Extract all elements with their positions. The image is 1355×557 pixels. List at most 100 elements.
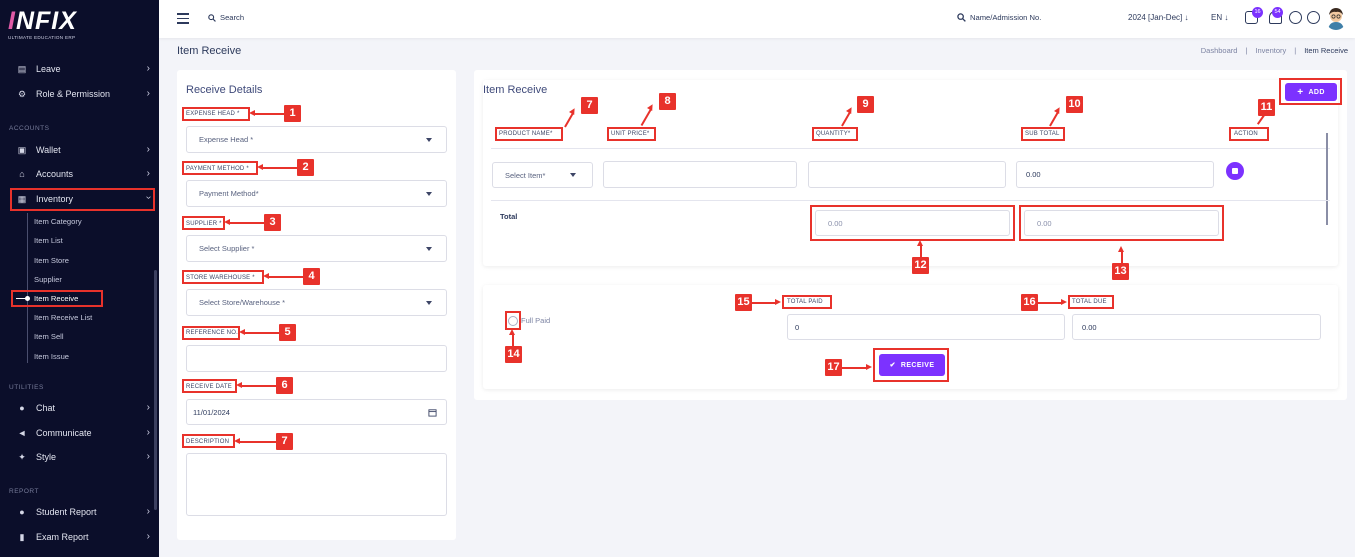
annotation-box-action	[1229, 127, 1269, 141]
student-search[interactable]: Name/Admission No.	[957, 13, 1041, 22]
annotation-number-10: 10	[1066, 96, 1083, 113]
sidebar-item-communicate[interactable]: ◄ Communicate ›	[0, 422, 159, 444]
full-paid-label: Full Paid	[521, 316, 551, 325]
globe-icon[interactable]	[1289, 11, 1302, 24]
settings-icon[interactable]	[1307, 11, 1320, 24]
page-title: Item Receive	[177, 45, 242, 57]
language-selector[interactable]: EN ↓	[1211, 13, 1228, 22]
caret-down-icon	[426, 246, 432, 251]
chevron-right-icon: ›	[146, 88, 150, 99]
annotation-number-7: 7	[276, 433, 293, 450]
wallet-icon: ▣	[17, 145, 27, 155]
supplier-select[interactable]: Select Supplier *	[186, 235, 447, 262]
calendar-icon[interactable]	[428, 408, 437, 417]
caret-down-icon	[426, 137, 432, 142]
sidebar-subitem-item-list[interactable]: Item List	[34, 236, 63, 245]
annotation-box-2	[182, 161, 258, 175]
logo-tagline: ULTIMATE EDUCATION ERP	[8, 35, 76, 40]
table-scrollbar[interactable]	[1326, 133, 1328, 225]
annotation-arrow-1	[249, 110, 284, 116]
expense-head-select[interactable]: Expense Head *	[186, 126, 447, 153]
sidebar-subitem-item-store[interactable]: Item Store	[34, 256, 69, 265]
sidebar-subitem-item-receive-list[interactable]: Item Receive List	[34, 313, 92, 322]
annotation-number-5: 5	[279, 324, 296, 341]
annotation-number-1: 1	[284, 105, 301, 122]
section-title-report: REPORT	[9, 488, 39, 495]
annotation-number-16: 16	[1021, 294, 1038, 311]
reference-no-input[interactable]	[186, 345, 447, 372]
app-logo[interactable]: INFIX ULTIMATE EDUCATION ERP	[8, 8, 148, 48]
bank-icon: ⌂	[19, 169, 25, 179]
book-icon: ▮	[19, 532, 25, 542]
sidebar-subitem-item-sell[interactable]: Item Sell	[34, 332, 64, 341]
chat-icon: ●	[19, 403, 25, 413]
annotation-arrow-6	[236, 382, 276, 388]
annotation-box-product	[495, 127, 563, 141]
section-title-accounts: ACCOUNTS	[9, 125, 50, 132]
breadcrumb-current: Item Receive	[1304, 46, 1348, 55]
annotation-number-7b: 7	[581, 97, 598, 114]
breadcrumb-dashboard[interactable]: Dashboard	[1201, 46, 1238, 55]
global-search[interactable]: Search	[208, 13, 244, 22]
menu-toggle-icon[interactable]	[177, 13, 189, 24]
quantity-input[interactable]	[808, 161, 1006, 188]
sidebar: INFIX ULTIMATE EDUCATION ERP ▤ Leave › ⚙ Ro…	[0, 0, 159, 557]
total-paid-input[interactable]: 0	[787, 314, 1065, 340]
breadcrumb-inventory[interactable]: Inventory	[1255, 46, 1286, 55]
chevron-right-icon: ›	[146, 63, 150, 74]
annotation-number-8: 8	[659, 93, 676, 110]
academic-year-selector[interactable]: 2024 [Jan-Dec] ↓	[1128, 13, 1189, 22]
delete-row-button[interactable]	[1226, 162, 1244, 180]
annotation-number-9: 9	[857, 96, 874, 113]
submenu-line	[27, 213, 28, 363]
sidebar-item-exam-report[interactable]: ▮ Exam Report ›	[0, 526, 159, 548]
annotation-number-2: 2	[297, 159, 314, 176]
annotation-arrow-17	[842, 364, 872, 370]
sidebar-item-student-report[interactable]: ● Student Report ›	[0, 501, 159, 523]
sidebar-item-style[interactable]: ✦ Style ›	[0, 446, 159, 468]
table-row-divider	[491, 200, 1330, 201]
sidebar-item-leave[interactable]: ▤ Leave ›	[0, 58, 159, 80]
sidebar-subitem-item-issue[interactable]: Item Issue	[34, 352, 69, 361]
sidebar-subitem-item-category[interactable]: Item Category	[34, 217, 82, 226]
search-icon	[957, 13, 966, 22]
description-textarea[interactable]	[186, 453, 447, 516]
receive-date-input[interactable]: 11/01/2024	[186, 399, 447, 425]
annotation-arrow-12	[917, 240, 923, 257]
annotation-number-15: 15	[735, 294, 752, 311]
breadcrumb: Dashboard | Inventory | Item Receive	[1201, 46, 1348, 55]
chevron-right-icon: ›	[146, 402, 150, 413]
total-due-input: 0.00	[1072, 314, 1321, 340]
caret-down-icon	[570, 173, 576, 177]
annotation-box-14	[505, 311, 521, 330]
annotation-box-16	[1068, 295, 1114, 309]
sidebar-scrollbar[interactable]	[154, 270, 157, 510]
annotation-box-quantity	[812, 127, 858, 141]
notification-badge: 54	[1272, 7, 1283, 18]
sidebar-item-role-permission[interactable]: ⚙ Role & Permission ›	[0, 83, 159, 105]
annotation-number-14: 14	[505, 346, 522, 363]
annotation-box-17	[873, 348, 949, 382]
arrow-down-icon: ↓	[1184, 13, 1189, 22]
store-warehouse-select[interactable]: Select Store/Warehouse *	[186, 289, 447, 316]
sidebar-item-wallet[interactable]: ▣ Wallet ›	[0, 139, 159, 161]
sidebar-item-accounts[interactable]: ⌂ Accounts ›	[0, 163, 159, 185]
annotation-box-7	[182, 434, 235, 448]
annotation-highlight-item-receive	[11, 290, 103, 307]
chevron-right-icon: ›	[146, 531, 150, 542]
chevron-right-icon: ›	[146, 506, 150, 517]
annotation-box-5	[182, 326, 240, 340]
product-select[interactable]: Select Item*	[492, 162, 593, 188]
sub-total-input[interactable]: 0.00	[1016, 161, 1214, 188]
annotation-arrow-2	[257, 164, 297, 170]
user-avatar[interactable]	[1325, 6, 1347, 30]
unit-price-input[interactable]	[603, 161, 797, 188]
annotation-box-15	[782, 295, 832, 309]
payment-method-select[interactable]: Payment Method*	[186, 180, 447, 207]
key-icon: ⚙	[17, 89, 27, 99]
search-icon	[208, 13, 216, 22]
topbar: Search Name/Admission No. 2024 [Jan-Dec]…	[159, 0, 1355, 38]
sidebar-item-chat[interactable]: ● Chat ›	[0, 397, 159, 419]
sidebar-subitem-supplier[interactable]: Supplier	[34, 275, 62, 284]
annotation-box-1	[182, 107, 250, 121]
